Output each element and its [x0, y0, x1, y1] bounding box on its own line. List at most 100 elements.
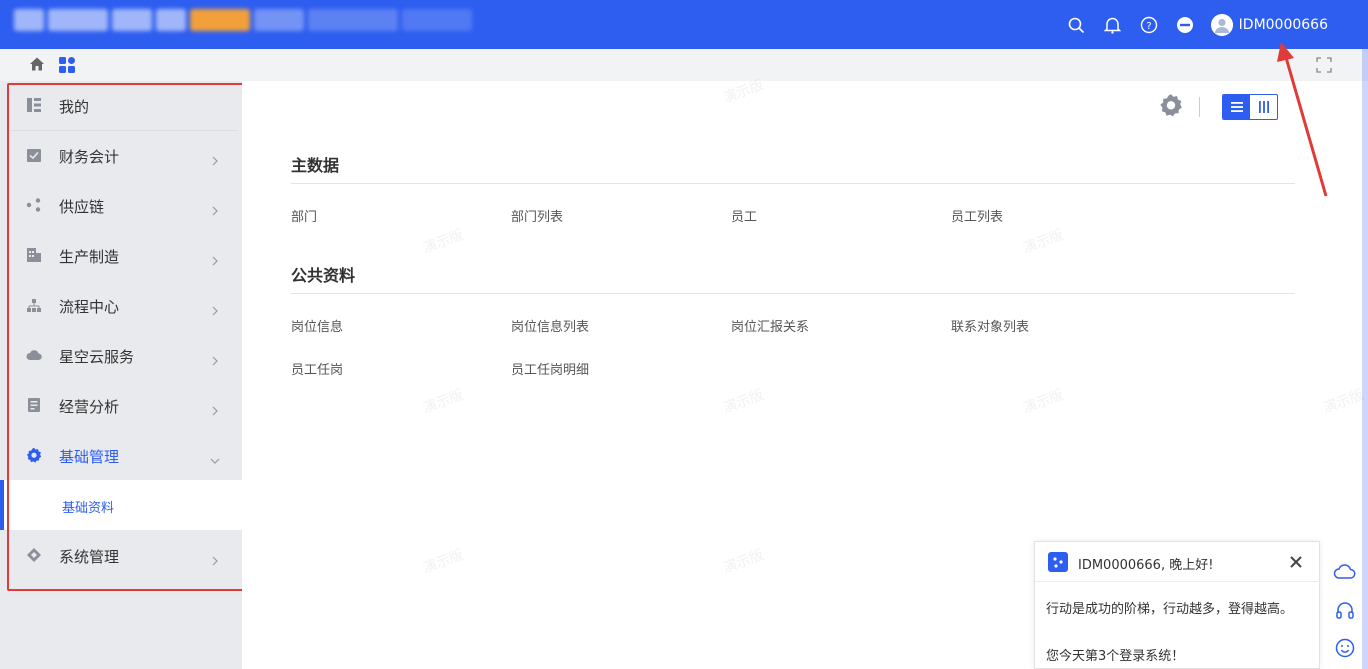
chevron-down-icon — [210, 451, 220, 464]
smile-icon[interactable] — [1333, 636, 1357, 660]
fullscreen-icon[interactable] — [1316, 57, 1332, 77]
column-view-button[interactable] — [1250, 95, 1277, 119]
chevron-right-icon — [210, 151, 220, 166]
sidebar-item-label: 星空云服务 — [59, 347, 135, 366]
popup-header: IDM0000666, 晚上好! — [1035, 542, 1321, 582]
logo-blur — [190, 9, 250, 31]
view-toggle — [1222, 94, 1278, 120]
nodes-icon — [26, 197, 44, 215]
sidebar-item-supply-chain[interactable]: 供应链 — [0, 181, 242, 231]
grid-list-icon — [26, 97, 44, 115]
watermark: 演示版 — [420, 387, 466, 417]
logo-blur — [308, 9, 398, 31]
logo-blur — [48, 9, 108, 31]
link-position-info-list[interactable]: 岗位信息列表 — [511, 316, 589, 335]
watermark: 演示版 — [720, 387, 766, 417]
gear-icon — [26, 447, 44, 465]
watermark: 演示版 — [420, 227, 466, 257]
chevron-right-icon — [210, 351, 220, 366]
sidebar: 我的 财务会计 供应链 生产制造 流程中心 星空云服务 经营分析 基础管理 基础… — [0, 81, 242, 669]
cloud-icon — [26, 347, 44, 365]
sidebar-item-label: 经营分析 — [59, 397, 120, 416]
sidebar-item-manufacturing[interactable]: 生产制造 — [0, 231, 242, 281]
report-icon — [26, 397, 44, 415]
chevron-right-icon — [210, 201, 220, 216]
logo-blur — [254, 9, 304, 31]
sidebar-item-system-management[interactable]: 系统管理 — [0, 531, 242, 581]
sidebar-item-label: 基础管理 — [59, 447, 120, 466]
section-title: 公共资料 — [291, 266, 356, 285]
cloud-outline-icon[interactable] — [1333, 560, 1357, 584]
sidebar-item-cloud-service[interactable]: 星空云服务 — [0, 331, 242, 381]
watermark: 演示版 — [420, 547, 466, 577]
check-box-icon — [26, 147, 44, 165]
watermark: 演示版 — [1020, 387, 1066, 417]
popup-title: IDM0000666, 晚上好! — [1078, 558, 1214, 573]
link-employee-list[interactable]: 员工列表 — [951, 206, 1003, 225]
link-position-info[interactable]: 岗位信息 — [291, 316, 343, 335]
sidebar-subitem-label: 基础资料 — [62, 501, 115, 516]
chevron-right-icon — [210, 301, 220, 316]
top-bar: ? IDM0000666 — [0, 0, 1368, 49]
chevron-right-icon — [210, 551, 220, 566]
bell-icon[interactable] — [1103, 15, 1123, 35]
link-position-report-relation[interactable]: 岗位汇报关系 — [731, 316, 809, 335]
link-department-list[interactable]: 部门列表 — [511, 206, 563, 225]
headset-icon[interactable] — [1333, 598, 1357, 622]
toolbar-divider — [1199, 97, 1200, 117]
watermark: 演示版 — [720, 547, 766, 577]
sidebar-item-business-analysis[interactable]: 经营分析 — [0, 381, 242, 431]
sidebar-item-process-center[interactable]: 流程中心 — [0, 281, 242, 331]
view-toolbar — [1159, 93, 1278, 121]
logo-blur — [156, 9, 186, 31]
sidebar-item-label: 流程中心 — [59, 297, 120, 316]
section-divider — [291, 183, 1295, 184]
search-icon[interactable] — [1067, 15, 1087, 35]
section-divider — [291, 293, 1295, 294]
link-contact-list[interactable]: 联系对象列表 — [951, 316, 1029, 335]
sidebar-item-label: 我的 — [59, 97, 90, 116]
logo-blur — [402, 9, 472, 31]
sidebar-item-label: 系统管理 — [59, 547, 120, 566]
minus-circle-icon[interactable] — [1175, 15, 1195, 35]
link-employee-assignment[interactable]: 员工任岗 — [291, 359, 343, 378]
watermark: 演示版 — [1020, 227, 1066, 257]
sidebar-item-label: 生产制造 — [59, 247, 120, 266]
section-title: 主数据 — [291, 156, 340, 175]
sidebar-item-finance[interactable]: 财务会计 — [0, 131, 242, 181]
list-view-button[interactable] — [1223, 95, 1250, 119]
svg-text:?: ? — [1146, 21, 1151, 32]
chevron-right-icon — [210, 401, 220, 416]
watermark: 演示版 — [1320, 387, 1366, 417]
home-icon[interactable] — [28, 55, 46, 77]
sidebar-item-basic-management[interactable]: 基础管理 — [0, 431, 242, 481]
flow-icon — [26, 297, 44, 315]
popup-message: 行动是成功的阶梯，行动越多，登得越高。 — [1046, 602, 1294, 617]
link-department[interactable]: 部门 — [291, 206, 317, 225]
right-edge — [1362, 49, 1368, 669]
sidebar-item-label: 供应链 — [59, 197, 105, 216]
logo-blur — [112, 9, 152, 31]
close-icon[interactable] — [1289, 554, 1303, 568]
sidebar-item-label: 财务会计 — [59, 147, 120, 166]
sidebar-subitem-basic-data[interactable]: 基础资料 — [0, 480, 242, 530]
active-indicator — [0, 480, 4, 530]
building-icon — [26, 247, 44, 265]
diamond-icon — [26, 547, 44, 565]
header-actions: ? IDM0000666 — [1067, 14, 1328, 36]
apps-icon[interactable] — [58, 56, 76, 78]
brand-logo[interactable] — [14, 9, 472, 31]
greeting-popup: IDM0000666, 晚上好! 行动是成功的阶梯，行动越多，登得越高。 您今天… — [1034, 541, 1321, 669]
logo-blur — [14, 9, 44, 31]
user-menu[interactable]: IDM0000666 — [1210, 14, 1328, 36]
settings-gear-icon[interactable] — [1159, 93, 1183, 121]
link-employee[interactable]: 员工 — [731, 206, 757, 225]
help-icon[interactable]: ? — [1139, 15, 1159, 35]
app-logo-icon — [1048, 552, 1068, 572]
chevron-right-icon — [210, 251, 220, 266]
user-name: IDM0000666 — [1238, 17, 1328, 33]
avatar-icon — [1210, 14, 1233, 36]
link-employee-assignment-detail[interactable]: 员工任岗明细 — [511, 359, 589, 378]
sidebar-item-mine[interactable]: 我的 — [0, 81, 242, 131]
popup-message: 您今天第3个登录系统！ — [1046, 649, 1185, 664]
